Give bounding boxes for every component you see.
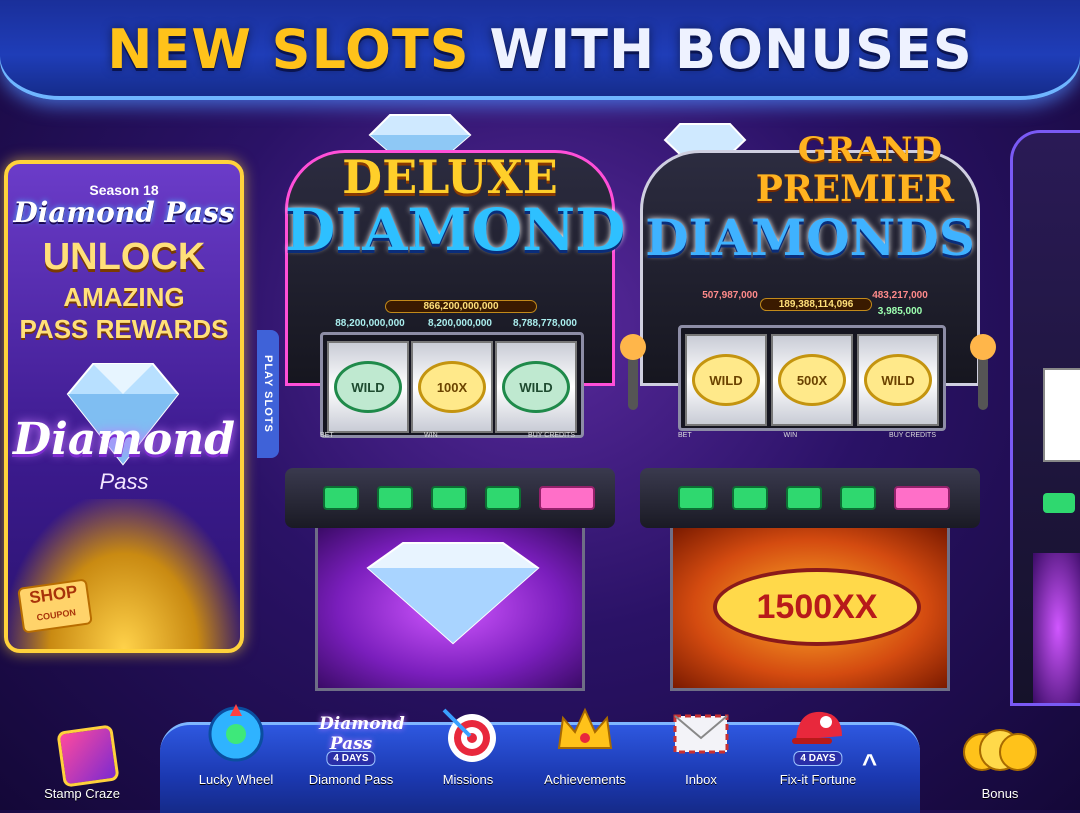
reel-3: WILD — [495, 341, 577, 433]
diamond-pass-promo-card[interactable]: Season 18 Diamond Pass UNLOCK AMAZING PA… — [4, 160, 244, 653]
nav-label-diamond-pass: Diamond Pass — [308, 772, 394, 787]
unlock-heading: UNLOCK — [42, 236, 206, 278]
play-slots-tab[interactable]: PLAY SLOTS — [257, 330, 279, 458]
reel-symbol: 500X — [778, 354, 846, 406]
machine-title-grand: GRAND — [797, 130, 943, 170]
reel-2: 100X — [411, 341, 493, 433]
buy-credits-label: BUY CREDITS — [528, 432, 575, 439]
diamond-pass-days-badge: 4 DAYS — [326, 751, 376, 766]
left-lever[interactable] — [620, 334, 646, 410]
nav-label-achievements: Achievements — [544, 772, 626, 787]
machine-button[interactable] — [485, 486, 521, 510]
right-lever[interactable] — [970, 334, 996, 410]
machine-button[interactable] — [786, 486, 822, 510]
bet-label: BET — [678, 432, 692, 439]
nav-label-missions: Missions — [442, 772, 494, 787]
magic-show-book-icon — [50, 722, 120, 788]
diamond-display-icon — [366, 542, 540, 645]
gold-coins-icon — [963, 722, 1037, 786]
slot-machine-grand-premier-diamonds[interactable]: GRAND PREMIER DIAMONDS 189,388,114,096 5… — [620, 110, 996, 700]
reel-3: WILD — [857, 334, 939, 426]
spin-button[interactable] — [539, 486, 595, 510]
machine-button[interactable] — [840, 486, 876, 510]
mini-jackpot-3: 8,788,778,000 — [513, 318, 577, 329]
diamond-pass-icon: Diamond Pass 4 DAYS — [319, 714, 405, 766]
nav-bonus[interactable]: Bonus — [940, 722, 1060, 801]
pass-logo-text: Pass — [99, 469, 149, 494]
machine-labels: BET WIN BUY CREDITS — [320, 432, 575, 439]
machine-title-premier: PREMIER — [755, 168, 955, 210]
jackpot-value: 866,200,000,000 — [385, 300, 537, 313]
slot-machine-partial[interactable] — [1010, 130, 1080, 706]
machine-labels: BET WIN BUY CREDITS — [678, 432, 936, 439]
mini-jackpot-2: 8,200,000,000 — [428, 318, 492, 329]
nav-stamp-craze[interactable]: Stamp Craze — [22, 722, 142, 801]
machine-cabinet: 1500XX — [670, 528, 950, 691]
nav-label-bonus: Bonus — [981, 786, 1019, 801]
reel-symbol: WILD — [502, 361, 570, 413]
slot-machine-deluxe-diamond[interactable]: DELUXE DIAMOND 866,200,000,000 88,200,00… — [285, 110, 626, 700]
nav-inbox[interactable]: Inbox — [641, 700, 761, 787]
banner-title-rest: WITH BONUSES — [489, 18, 973, 81]
spin-button[interactable] — [894, 486, 950, 510]
nav-fix-it-fortune[interactable]: 4 DAYS Fix-it Fortune — [758, 700, 878, 787]
reel-symbol: 100X — [418, 361, 486, 413]
top-banner: NEW SLOTS WITH BONUSES — [0, 0, 1080, 100]
lucky-wheel-icon — [204, 700, 268, 764]
shop-coupon-badge: SHOP COUPON — [17, 578, 93, 634]
reel-2: 500X — [771, 334, 853, 426]
diamond-pass-logo: Diamond Pass — [13, 196, 235, 229]
banner-title-highlight: NEW SLOTS — [107, 18, 470, 81]
machine-button[interactable] — [1043, 493, 1075, 513]
jackpot-value: 189,388,114,096 — [760, 298, 872, 311]
machine-button[interactable] — [323, 486, 359, 510]
envelope-icon — [669, 700, 733, 764]
machine-button[interactable] — [678, 486, 714, 510]
crown-icon — [553, 700, 617, 764]
nav-label-fix-it-fortune: Fix-it Fortune — [779, 772, 857, 787]
reel-window: WILD 100X WILD — [320, 332, 584, 438]
machine-button[interactable] — [377, 486, 413, 510]
mini-jackpot-1: 88,200,000,000 — [335, 318, 405, 329]
amazing-text: AMAZING — [63, 282, 185, 312]
expand-chevron-icon[interactable]: ^ — [862, 748, 877, 779]
nav-label-lucky-wheel: Lucky Wheel — [198, 772, 274, 787]
reel-window: WILD 500X WILD — [678, 325, 946, 431]
reel-1: WILD — [327, 341, 409, 433]
jackpot-symbol: 1500XX — [713, 568, 921, 646]
machine-button[interactable] — [732, 486, 768, 510]
machine-title-diamond: DIAMOND — [285, 196, 626, 264]
reel-1: WILD — [685, 334, 767, 426]
machine-button[interactable] — [431, 486, 467, 510]
nav-label-stamp-craze: Stamp Craze — [44, 786, 120, 801]
mini-jackpot-2: 483,217,000 — [872, 290, 928, 301]
button-row — [323, 486, 595, 510]
win-label: WIN — [424, 432, 438, 439]
nav-missions[interactable]: Missions — [408, 700, 528, 787]
red-cap-icon: 4 DAYS — [786, 700, 850, 766]
machine-title-diamonds: DIAMONDS — [645, 208, 975, 267]
nav-achievements[interactable]: Achievements — [525, 700, 645, 787]
machine-cabinet — [1033, 553, 1080, 703]
reel-symbol: WILD — [334, 361, 402, 413]
reel-symbol: WILD — [692, 354, 760, 406]
diamond-logo-text: Diamond — [12, 414, 236, 465]
button-row — [678, 486, 950, 510]
nav-diamond-pass[interactable]: Diamond Pass 4 DAYS Diamond Pass — [291, 700, 411, 787]
mini-jackpot-3: 3,985,000 — [877, 306, 923, 317]
fix-it-days-badge: 4 DAYS — [793, 751, 843, 766]
buy-credits-label: BUY CREDITS — [889, 432, 936, 439]
nav-label-inbox: Inbox — [685, 772, 717, 787]
nav-lucky-wheel[interactable]: Lucky Wheel — [176, 700, 296, 787]
bet-label: BET — [320, 432, 334, 439]
pass-rewards-text: PASS REWARDS — [19, 314, 229, 344]
win-label: WIN — [783, 432, 798, 439]
reel-symbol: WILD — [864, 354, 932, 406]
target-dart-icon — [436, 700, 500, 764]
banner-title: NEW SLOTS WITH BONUSES — [0, 18, 1080, 81]
play-slots-label: PLAY SLOTS — [262, 355, 274, 433]
mini-jackpot-1: 507,987,000 — [702, 290, 758, 301]
partial-reel — [1043, 368, 1080, 462]
machine-cabinet — [315, 528, 585, 691]
